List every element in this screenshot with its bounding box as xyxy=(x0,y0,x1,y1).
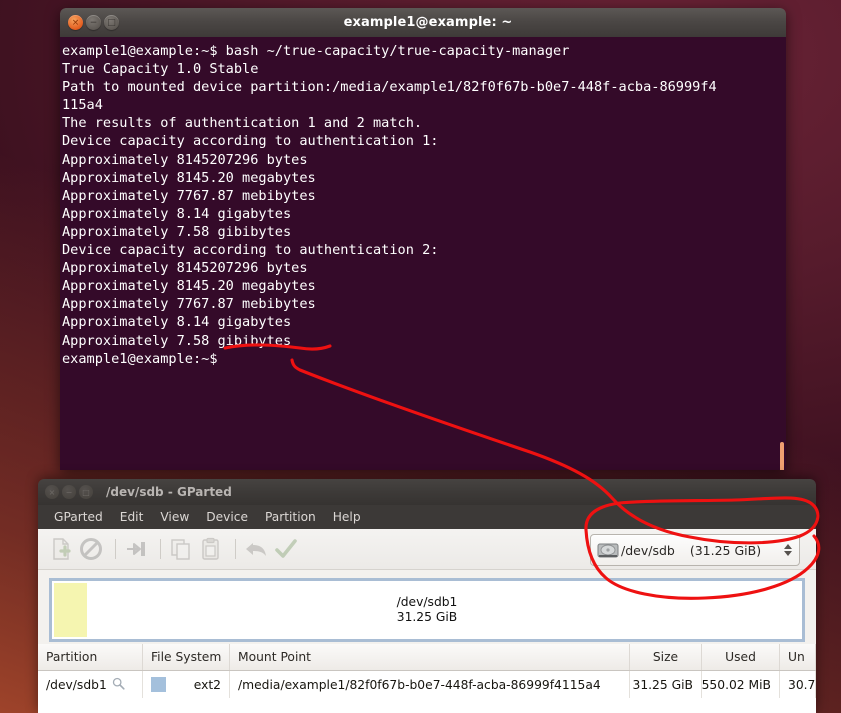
terminal-titlebar[interactable]: × − □ example1@example: ~ xyxy=(60,8,786,37)
menu-item-view[interactable]: View xyxy=(152,507,197,527)
cell-file-system: ext2 xyxy=(143,671,230,698)
terminal-line: Approximately 7.58 gibibytes xyxy=(62,332,292,349)
gparted-title: /dev/sdb - GParted xyxy=(106,485,232,499)
column-header-partition[interactable]: Partition xyxy=(38,644,143,670)
terminal-line: Approximately 8.14 gigabytes xyxy=(62,205,292,222)
menu-item-gparted[interactable]: GParted xyxy=(46,507,111,527)
close-icon: × xyxy=(71,17,80,28)
new-partition-icon[interactable] xyxy=(48,536,74,562)
terminal-line: 115a4 xyxy=(62,97,103,114)
terminal-line: The results of authentication 1 and 2 ma… xyxy=(62,115,423,132)
toolbar-separator xyxy=(235,539,236,559)
menu-item-help[interactable]: Help xyxy=(325,507,369,527)
maximize-icon: □ xyxy=(107,17,116,28)
gparted-menubar: GParted Edit View Device Partition Help xyxy=(38,505,816,529)
gparted-toolbar: /dev/sdb (31.25 GiB) xyxy=(38,529,816,570)
minimize-icon: − xyxy=(89,17,98,28)
table-header-row: Partition File System Mount Point Size U… xyxy=(38,644,816,671)
disk-graphic-area: /dev/sdb1 31.25 GiB xyxy=(38,570,816,644)
terminal-line: example1@example:~$ xyxy=(62,350,218,367)
partition-block-name: /dev/sdb1 xyxy=(396,595,458,609)
gparted-window[interactable]: × − □ /dev/sdb - GParted GParted Edit Vi… xyxy=(38,479,816,713)
cell-partition: /dev/sdb1 xyxy=(38,671,143,698)
device-selector[interactable]: /dev/sdb (31.25 GiB) xyxy=(590,534,800,566)
resize-move-icon[interactable] xyxy=(123,536,149,562)
maximize-icon: □ xyxy=(82,487,90,497)
terminal-line: Path to mounted device partition:/media/… xyxy=(62,79,717,96)
terminal-line: Approximately 7767.87 mebibytes xyxy=(62,187,316,204)
device-spinner[interactable] xyxy=(784,544,795,556)
menu-item-partition[interactable]: Partition xyxy=(257,507,324,527)
terminal-title: example1@example: ~ xyxy=(343,15,513,30)
delete-partition-icon[interactable] xyxy=(78,536,104,562)
partition-block-size: 31.25 GiB xyxy=(396,610,458,624)
terminal-line: Device capacity according to authenticat… xyxy=(62,242,439,259)
magnifier-icon[interactable] xyxy=(112,677,125,693)
terminal-output[interactable]: example1@example:~$ bash ~/true-capacity… xyxy=(60,37,786,470)
undo-icon[interactable] xyxy=(243,536,269,562)
paste-icon[interactable] xyxy=(198,536,224,562)
cell-used: 550.02 MiB xyxy=(702,671,780,698)
column-header-size[interactable]: Size xyxy=(630,644,702,670)
menu-item-edit[interactable]: Edit xyxy=(112,507,152,527)
close-icon: × xyxy=(48,487,56,497)
device-size: (31.25 GiB) xyxy=(689,542,762,558)
partition-used-indicator xyxy=(54,583,87,637)
apply-icon[interactable] xyxy=(273,536,299,562)
terminal-minimize-button[interactable]: − xyxy=(86,15,101,30)
gparted-maximize-button[interactable]: □ xyxy=(79,485,93,499)
cell-mount-point: /media/example1/82f0f67b-b0e7-448f-acba-… xyxy=(230,671,630,698)
partition-table: Partition File System Mount Point Size U… xyxy=(38,644,816,713)
terminal-line: example1@example:~$ bash ~/true-capacity… xyxy=(62,43,570,59)
menu-item-device[interactable]: Device xyxy=(198,507,256,527)
device-name: /dev/sdb xyxy=(621,542,675,558)
column-header-mount-point[interactable]: Mount Point xyxy=(230,644,630,670)
terminal-window[interactable]: × − □ example1@example: ~ example1@examp… xyxy=(60,8,786,470)
chevron-up-icon[interactable] xyxy=(784,544,792,549)
terminal-line: Device capacity according to authenticat… xyxy=(62,133,439,150)
toolbar-separator xyxy=(115,539,116,559)
partition-name: /dev/sdb1 xyxy=(46,677,107,692)
filesystem-color-swatch xyxy=(151,677,166,692)
partition-block[interactable]: /dev/sdb1 31.25 GiB xyxy=(49,578,805,642)
terminal-maximize-button[interactable]: □ xyxy=(104,15,119,30)
column-header-unused[interactable]: Un xyxy=(780,644,816,670)
minimize-icon: − xyxy=(65,487,73,497)
terminal-line: Approximately 7767.87 mebibytes xyxy=(62,296,316,313)
copy-icon[interactable] xyxy=(168,536,194,562)
column-header-used[interactable]: Used xyxy=(702,644,780,670)
chevron-down-icon[interactable] xyxy=(784,551,792,556)
cell-size: 31.25 GiB xyxy=(630,671,702,698)
table-row[interactable]: /dev/sdb1 ext2 /media/example1/82f0f67b-… xyxy=(38,671,816,698)
terminal-line: Approximately 8145207296 bytes xyxy=(62,260,308,277)
hard-disk-icon xyxy=(597,542,619,559)
toolbar-separator xyxy=(160,539,161,559)
terminal-line: Approximately 8145207296 bytes xyxy=(62,151,308,168)
terminal-line: True Capacity 1.0 Stable xyxy=(62,61,259,78)
terminal-scrollbar[interactable] xyxy=(780,442,784,470)
terminal-line: Approximately 8.14 gigabytes xyxy=(62,314,292,331)
column-header-file-system[interactable]: File System xyxy=(143,644,230,670)
cell-unused: 30.7 xyxy=(780,671,816,698)
gparted-titlebar[interactable]: × − □ /dev/sdb - GParted xyxy=(38,479,816,505)
gparted-close-button[interactable]: × xyxy=(45,485,59,499)
filesystem-name: ext2 xyxy=(193,677,221,692)
terminal-line: Approximately 8145.20 megabytes xyxy=(62,169,316,186)
terminal-line: Approximately 8145.20 megabytes xyxy=(62,278,316,295)
terminal-line: Approximately 7.58 gibibytes xyxy=(62,223,292,240)
table-empty-space xyxy=(38,698,816,713)
terminal-close-button[interactable]: × xyxy=(68,15,83,30)
gparted-minimize-button[interactable]: − xyxy=(62,485,76,499)
